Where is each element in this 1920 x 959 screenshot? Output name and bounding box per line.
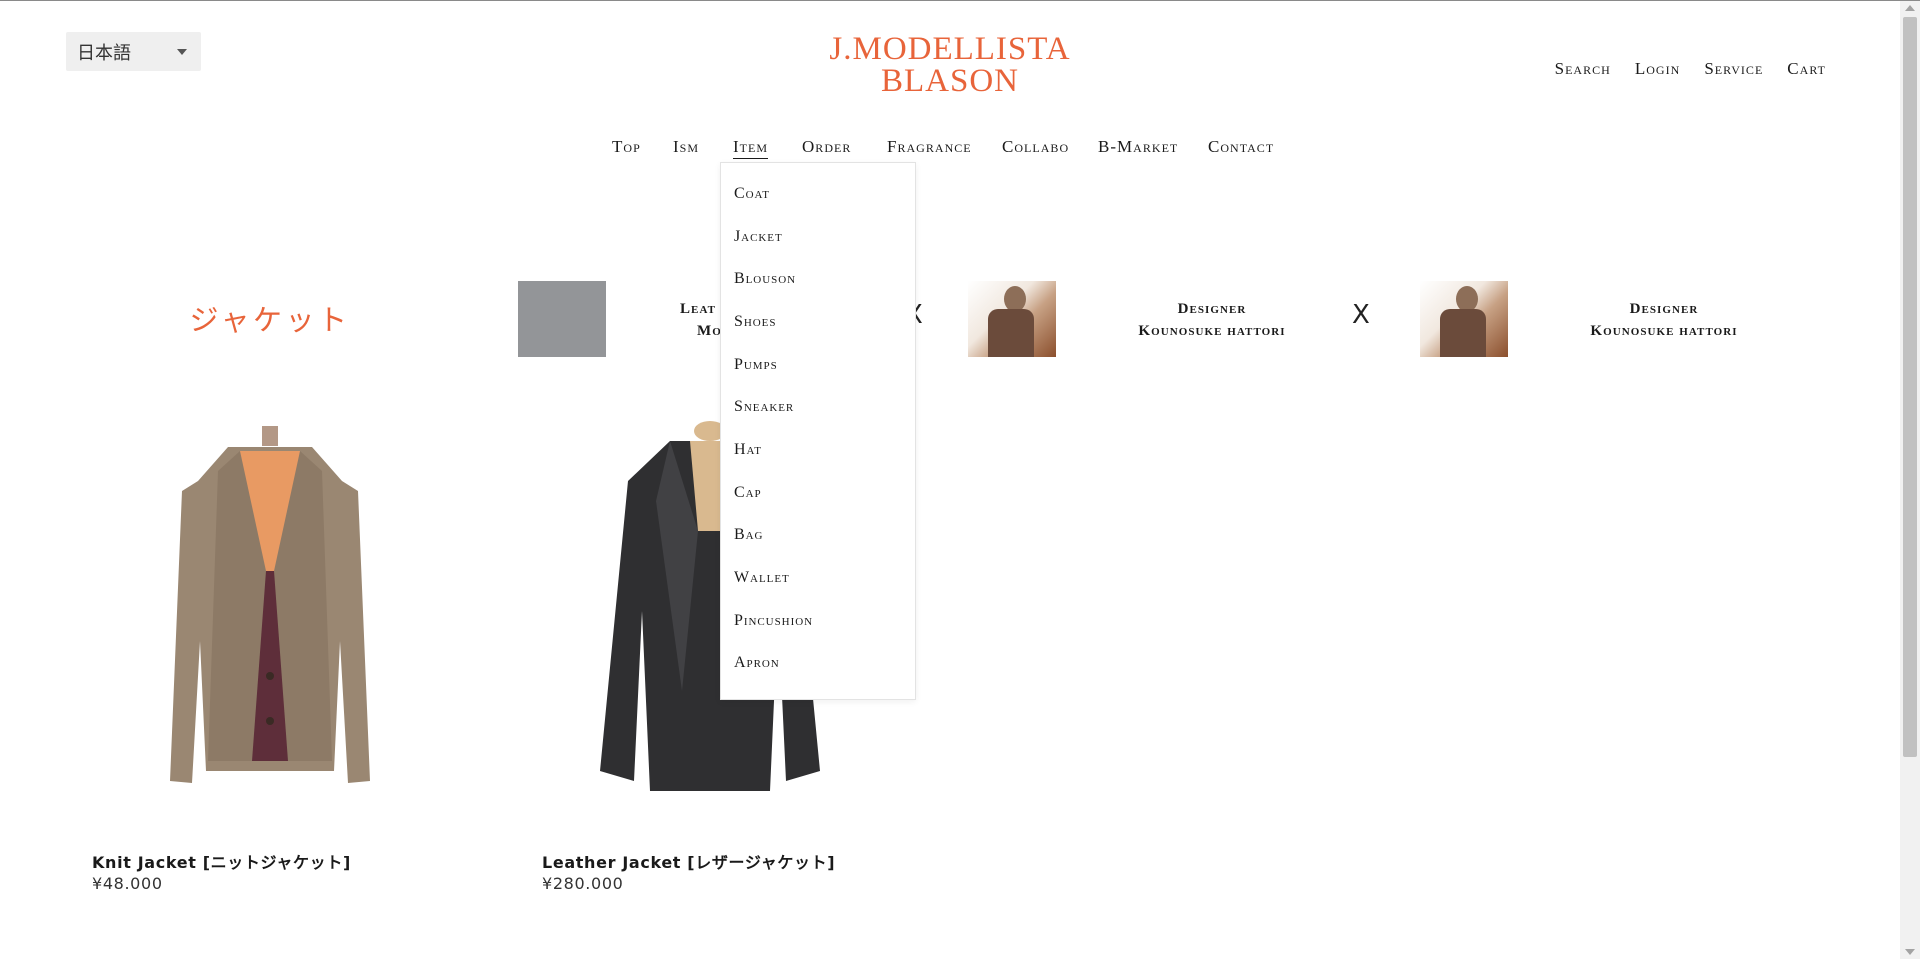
utility-nav: Search Login Service Cart bbox=[1555, 59, 1826, 79]
menu-item-pumps[interactable]: Pumps bbox=[734, 356, 778, 374]
collab-caption-2[interactable]: Designer Kounosuke hattori bbox=[1112, 298, 1312, 342]
collab-thumbnail-3[interactable] bbox=[1420, 281, 1508, 357]
nav-item[interactable]: Item bbox=[733, 137, 769, 159]
collab-separator-2: X bbox=[1352, 300, 1370, 330]
nav-ism[interactable]: Ism bbox=[673, 137, 699, 157]
collab-caption-2-line2: Kounosuke hattori bbox=[1138, 323, 1286, 339]
category-title: ジャケット bbox=[189, 303, 351, 337]
product-name[interactable]: Leather Jacket [レザージャケット] bbox=[542, 849, 835, 873]
logo-line-2: BLASON bbox=[881, 63, 1019, 99]
language-select-value: 日本語 bbox=[77, 42, 131, 64]
scroll-down-icon[interactable] bbox=[1905, 949, 1915, 955]
menu-item-blouson[interactable]: Blouson bbox=[734, 270, 796, 288]
product-image-knit-jacket[interactable] bbox=[90, 411, 450, 796]
scrollbar-thumb[interactable] bbox=[1903, 17, 1917, 757]
menu-item-hat[interactable]: Hat bbox=[734, 441, 762, 459]
collab-caption-3[interactable]: Designer Kounosuke hattori bbox=[1564, 298, 1764, 342]
chevron-down-icon bbox=[177, 49, 187, 55]
scrollbar[interactable] bbox=[1900, 1, 1920, 959]
menu-item-apron[interactable]: Apron bbox=[734, 654, 780, 672]
menu-item-bag[interactable]: Bag bbox=[734, 526, 763, 544]
product-price: ¥280.000 bbox=[542, 874, 624, 893]
site-logo[interactable]: J.MODELLISTA BLASON bbox=[780, 31, 1120, 99]
menu-item-sneaker[interactable]: Sneaker bbox=[734, 398, 794, 416]
collab-thumbnail-1[interactable] bbox=[518, 281, 606, 357]
menu-item-cap[interactable]: Cap bbox=[734, 484, 762, 502]
menu-item-jacket[interactable]: Jacket bbox=[734, 228, 783, 246]
collab-caption-3-line1: Designer bbox=[1629, 301, 1699, 317]
nav-fragrance[interactable]: Fragrance bbox=[887, 137, 972, 157]
item-dropdown-menu: Coat Jacket Blouson Shoes Pumps Sneaker … bbox=[720, 162, 916, 700]
collab-thumbnail-2[interactable] bbox=[968, 281, 1056, 357]
nav-contact[interactable]: Contact bbox=[1208, 137, 1274, 157]
language-select[interactable]: 日本語 bbox=[66, 32, 201, 71]
menu-item-shoes[interactable]: Shoes bbox=[734, 313, 776, 331]
login-link[interactable]: Login bbox=[1635, 59, 1680, 79]
nav-top[interactable]: Top bbox=[612, 137, 641, 157]
collab-caption-3-line2: Kounosuke hattori bbox=[1590, 323, 1738, 339]
nav-collabo[interactable]: Collabo bbox=[1002, 137, 1069, 157]
menu-item-pincushion[interactable]: Pincushion bbox=[734, 612, 813, 630]
product-price: ¥48.000 bbox=[92, 874, 163, 893]
menu-item-wallet[interactable]: Wallet bbox=[734, 569, 790, 587]
search-link[interactable]: Search bbox=[1555, 59, 1611, 79]
menu-item-coat[interactable]: Coat bbox=[734, 185, 770, 203]
product-name[interactable]: Knit Jacket [ニットジャケット] bbox=[92, 849, 351, 873]
scroll-up-icon[interactable] bbox=[1905, 5, 1915, 11]
nav-order[interactable]: Order bbox=[802, 137, 851, 157]
designer-portrait-body bbox=[1440, 309, 1486, 357]
designer-portrait-body bbox=[988, 309, 1034, 357]
nav-b-market[interactable]: B-Market bbox=[1098, 137, 1178, 157]
cart-link[interactable]: Cart bbox=[1787, 59, 1826, 79]
logo-line-1: J.MODELLISTA bbox=[829, 31, 1071, 67]
collab-caption-2-line1: Designer bbox=[1177, 301, 1247, 317]
service-link[interactable]: Service bbox=[1704, 59, 1763, 79]
